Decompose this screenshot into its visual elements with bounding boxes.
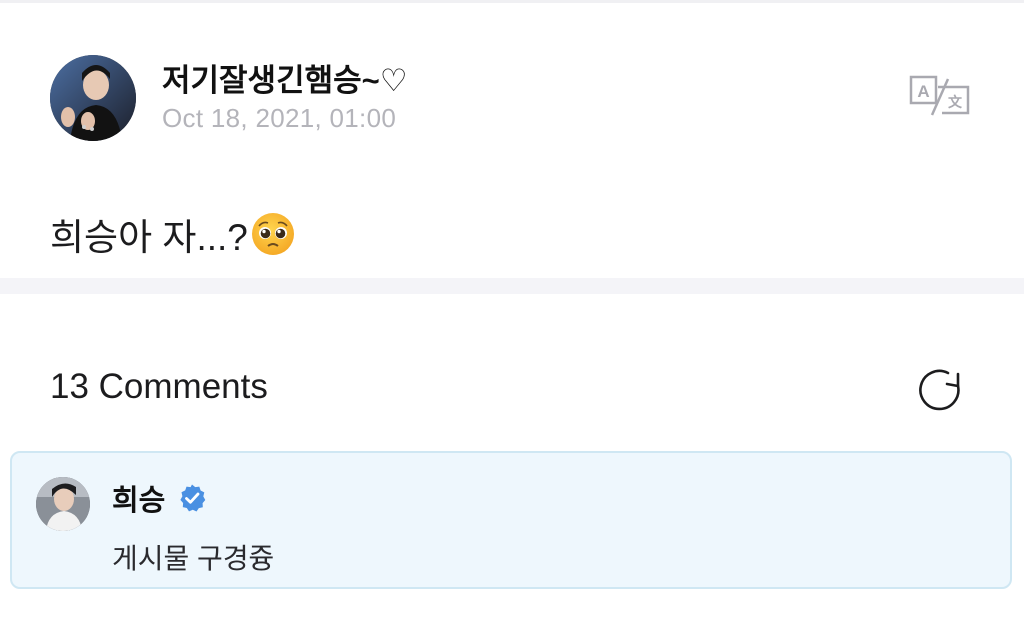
pleading-face-emoji [251, 213, 294, 255]
post-body-text: 희승아 자...? [50, 217, 248, 258]
post-body: 희승아 자...? [50, 207, 296, 261]
avatar-image [50, 55, 136, 141]
svg-text:A: A [917, 82, 929, 101]
author-avatar[interactable] [50, 55, 136, 141]
svg-text:文: 文 [948, 94, 963, 111]
comment-text: 게시물 구경즁 [112, 543, 275, 574]
comment-item[interactable]: 희승 게시물 구경즁 [10, 451, 1012, 589]
post: 저기잘생긴햄승~♡ Oct 18, 2021, 01:00 A 文 희승아 자.… [0, 3, 1024, 278]
refresh-button[interactable] [914, 364, 966, 416]
avatar-image [36, 477, 90, 531]
comment-author-avatar[interactable] [36, 477, 90, 531]
refresh-icon [919, 369, 960, 411]
verified-badge-icon [180, 484, 206, 512]
section-divider [0, 278, 1024, 294]
comment-author[interactable]: 희승 [112, 477, 207, 519]
comment-author-name: 희승 [112, 485, 166, 517]
translate-button[interactable]: A 文 [908, 73, 972, 119]
post-timestamp: Oct 18, 2021, 01:00 [162, 103, 397, 133]
comments-count-heading: 13 Comments [50, 367, 268, 406]
author-name[interactable]: 저기잘생긴햄승~♡ [162, 55, 408, 100]
translate-icon: A 文 [909, 75, 970, 116]
